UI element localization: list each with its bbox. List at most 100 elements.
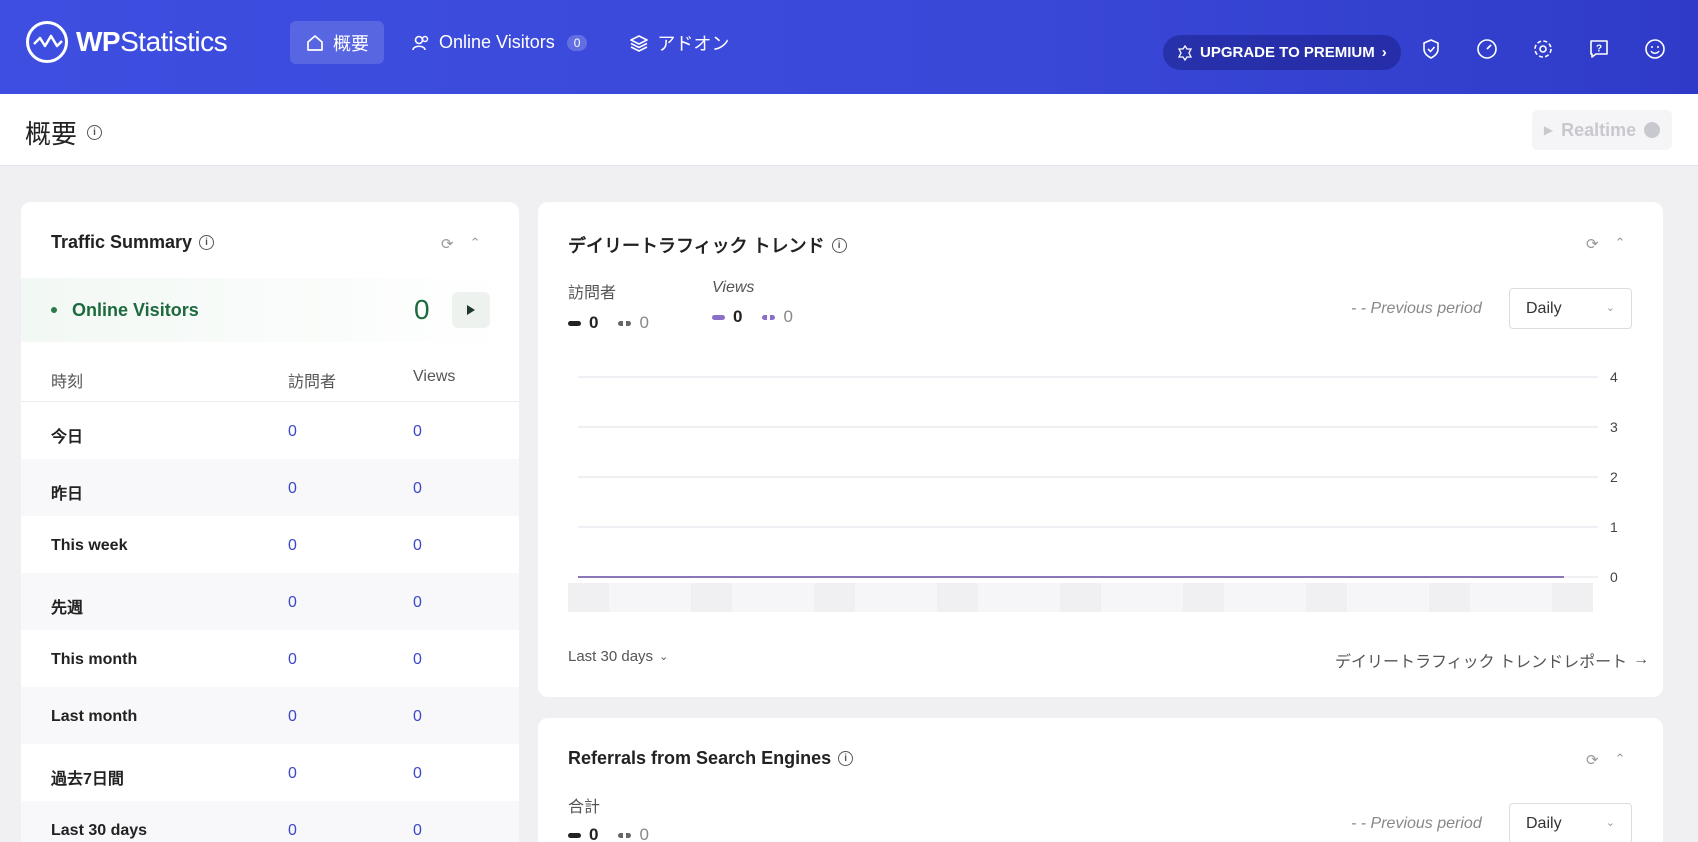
column-header-time: 時刻	[51, 374, 84, 391]
legend-swatch	[568, 320, 581, 326]
y-tick-label: 0	[1610, 569, 1618, 585]
nav-overview-label: 概要	[333, 33, 369, 54]
upgrade-to-premium-button[interactable]: UPGRADE TO PREMIUM ›	[1163, 35, 1401, 70]
row-visitors-value[interactable]: 0	[288, 651, 297, 669]
x-tick-placeholder	[1470, 583, 1511, 612]
page-header: 概要 i ▶ Realtime	[0, 94, 1698, 166]
total-previous-legend[interactable]: 0	[618, 825, 649, 842]
daily-traffic-trend-title-text: デイリートラフィック トレンド	[568, 236, 825, 256]
collapse-icon[interactable]: ⌃	[1615, 751, 1626, 769]
logo-text: WPStatistics	[76, 26, 228, 57]
row-visitors-value[interactable]: 0	[288, 594, 297, 612]
period-select[interactable]: Daily ⌄	[1509, 288, 1632, 329]
help-icon[interactable]: ?	[1588, 38, 1610, 60]
table-row: This month 0 0	[21, 630, 519, 687]
row-label: Last month	[51, 708, 138, 725]
row-label: Last 30 days	[51, 822, 148, 839]
info-icon[interactable]: i	[831, 237, 847, 253]
visitors-previous-legend[interactable]: 0	[618, 313, 649, 333]
page-title: 概要 i	[25, 114, 103, 151]
visitors-current-legend[interactable]: 0	[568, 313, 598, 333]
range-label: Last 30 days	[568, 648, 654, 665]
total-legend: 合計 0 0	[568, 793, 649, 842]
realtime-button[interactable]: ▶ Realtime	[1532, 110, 1672, 150]
legend-swatch	[618, 320, 632, 326]
row-label: This month	[51, 651, 138, 668]
period-select-value: Daily	[1526, 814, 1562, 832]
views-current-legend[interactable]: 0	[712, 307, 742, 327]
nav-overview[interactable]: 概要	[290, 21, 384, 64]
views-previous-value: 0	[783, 307, 793, 326]
row-visitors-value[interactable]: 0	[288, 765, 297, 783]
table-row: 先週 0 0	[21, 573, 519, 630]
x-tick-placeholder	[1224, 583, 1265, 612]
x-tick-placeholder	[1388, 583, 1429, 612]
x-tick-placeholder	[1142, 583, 1183, 612]
info-icon[interactable]: i	[199, 235, 215, 250]
row-visitors-value[interactable]: 0	[288, 822, 297, 840]
row-visitors-value[interactable]: 0	[288, 708, 297, 726]
row-views-value[interactable]: 0	[413, 423, 422, 441]
visitors-legend-label: 訪問者	[568, 285, 617, 302]
y-tick-label: 3	[1610, 419, 1618, 435]
row-views-value[interactable]: 0	[413, 822, 422, 840]
row-visitors-value[interactable]: 0	[288, 480, 297, 498]
play-icon: ▶	[1543, 123, 1554, 137]
total-current-value: 0	[589, 825, 599, 842]
top-navigation-bar: WPStatistics 概要 Online Visitors 0 アドオン U…	[0, 0, 1698, 94]
online-visitors-row[interactable]: Online Visitors 0	[21, 278, 519, 342]
x-tick-placeholder	[1060, 583, 1101, 612]
home-icon	[307, 34, 323, 51]
refresh-icon[interactable]: ⟳	[1586, 751, 1599, 769]
smiley-icon[interactable]	[1644, 38, 1666, 60]
arrow-right-icon: →	[1633, 651, 1650, 668]
row-views-value[interactable]: 0	[413, 651, 422, 669]
online-visitors-count: 0	[414, 294, 430, 325]
row-views-value[interactable]: 0	[413, 765, 422, 783]
row-views-value[interactable]: 0	[413, 480, 422, 498]
row-label: 過去7日間	[51, 771, 124, 788]
x-tick-placeholder	[773, 583, 814, 612]
previous-period-label: Previous period	[1370, 300, 1482, 317]
gauge-icon[interactable]	[1476, 38, 1498, 60]
traffic-summary-card: Traffic Summary i ⟳ ⌃ Online Visitors 0 …	[21, 202, 519, 842]
daily-traffic-report-link[interactable]: デイリートラフィック トレンドレポート →	[1335, 648, 1649, 672]
svg-text:?: ?	[1596, 44, 1602, 55]
legend-swatch	[712, 314, 725, 320]
views-previous-legend[interactable]: 0	[762, 307, 793, 327]
collapse-icon[interactable]: ⌃	[470, 235, 481, 253]
row-views-value[interactable]: 0	[413, 708, 422, 726]
previous-period-label: Previous period	[1370, 815, 1482, 832]
row-visitors-value[interactable]: 0	[288, 423, 297, 441]
row-views-value[interactable]: 0	[413, 537, 422, 555]
info-icon[interactable]: i	[838, 751, 854, 766]
period-select[interactable]: Daily ⌄	[1509, 803, 1632, 842]
x-tick-placeholder	[1347, 583, 1388, 612]
period-select-value: Daily	[1526, 299, 1562, 317]
row-visitors-value[interactable]: 0	[288, 537, 297, 555]
dashed-line-icon: - -	[1351, 300, 1371, 317]
table-row: This week 0 0	[21, 516, 519, 573]
info-icon[interactable]: i	[87, 125, 103, 140]
row-label: 昨日	[51, 486, 84, 503]
wp-statistics-logo[interactable]: WPStatistics	[26, 20, 228, 64]
x-tick-placeholder	[732, 583, 773, 612]
row-views-value[interactable]: 0	[413, 594, 422, 612]
refresh-icon[interactable]: ⟳	[1586, 235, 1599, 253]
upgrade-label: UPGRADE TO PREMIUM	[1200, 44, 1375, 61]
dashed-line-icon: - -	[1351, 815, 1371, 832]
refresh-icon[interactable]: ⟳	[441, 235, 454, 253]
chevron-down-icon: ⌄	[659, 651, 669, 663]
nav-addons[interactable]: アドオン	[614, 21, 744, 64]
realtime-dot-icon	[1644, 122, 1661, 138]
online-visitors-play-button[interactable]	[452, 292, 490, 328]
shield-check-icon[interactable]	[1420, 38, 1442, 60]
total-current-legend[interactable]: 0	[568, 825, 598, 842]
nav-online-visitors[interactable]: Online Visitors 0	[396, 21, 602, 64]
views-current-value: 0	[733, 307, 743, 326]
range-dropdown[interactable]: Last 30 days ⌄	[568, 648, 668, 665]
gear-icon[interactable]	[1532, 38, 1554, 60]
collapse-icon[interactable]: ⌃	[1615, 235, 1626, 253]
referrals-title-text: Referrals from Search Engines	[568, 748, 832, 768]
legend-swatch	[762, 314, 776, 320]
